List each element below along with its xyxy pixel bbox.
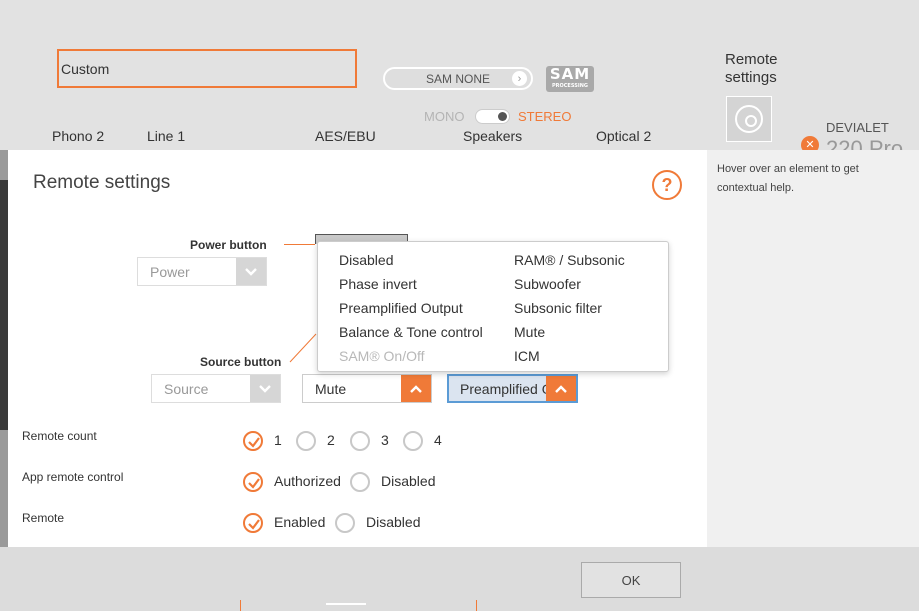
power-connector-line: [284, 244, 315, 245]
source-slot-2-select[interactable]: Mute: [302, 374, 432, 403]
app-remote-disabled-label: Disabled: [381, 473, 436, 489]
remote-count-radio-1[interactable]: [243, 431, 263, 451]
checkmark-icon: [248, 437, 260, 448]
power-button-select-value: Power: [150, 264, 190, 280]
remote-disabled-label: Disabled: [366, 514, 421, 530]
source-slot-3-select[interactable]: Preamplified Output: [447, 374, 578, 403]
chevron-down-icon: [250, 375, 280, 402]
contextual-help-panel: Hover over an element to get contextual …: [707, 150, 919, 547]
remote-count-option-3: 3: [381, 432, 389, 448]
mono-label: MONO: [424, 109, 465, 124]
app-remote-disabled-radio[interactable]: [350, 472, 370, 492]
remote-enabled-radio[interactable]: [243, 513, 263, 533]
menu-item-preamplified-output[interactable]: Preamplified Output: [339, 300, 463, 316]
source-button-select[interactable]: Source: [151, 374, 281, 403]
dialog-title: Remote settings: [33, 172, 171, 193]
power-button-label: Power button: [190, 238, 267, 252]
input-tab-speakers[interactable]: Speakers: [463, 128, 522, 144]
close-icon[interactable]: ✕: [801, 136, 819, 150]
remote-settings-dialog: Remote settings ? Power button Power Sou…: [8, 150, 707, 547]
chevron-down-icon: [236, 258, 266, 285]
source-slot-2-value: Mute: [315, 381, 347, 397]
menu-item-sam-onoff: SAM® On/Off: [339, 348, 425, 364]
help-icon[interactable]: ?: [652, 170, 682, 200]
remote-count-label: Remote count: [22, 429, 97, 443]
help-icon-glyph: ?: [661, 174, 673, 195]
remote-count-radio-3[interactable]: [350, 431, 370, 451]
chevron-right-icon: ›: [512, 71, 527, 86]
menu-item-ram-subsonic[interactable]: RAM® / Subsonic: [514, 252, 625, 268]
remote-disabled-radio[interactable]: [335, 513, 355, 533]
power-button-select[interactable]: Power: [137, 257, 267, 286]
app-remote-authorized-radio[interactable]: [243, 472, 263, 492]
input-tab-line-1[interactable]: Line 1: [147, 128, 185, 144]
help-text: Hover over an element to get contextual …: [717, 163, 859, 194]
mono-stereo-toggle[interactable]: [475, 109, 510, 124]
background-footer-fragment: [240, 600, 480, 611]
source-connector-line: [289, 333, 317, 363]
sam-logo-subtext: PROCESSING: [552, 83, 588, 89]
ok-button[interactable]: OK: [581, 562, 681, 598]
menu-item-balance-tone[interactable]: Balance & Tone control: [339, 324, 483, 340]
menu-item-phase-invert[interactable]: Phase invert: [339, 276, 417, 292]
model-label: 220 Pro: [826, 136, 904, 150]
remote-label: Remote: [22, 511, 65, 525]
input-tab-optical-2[interactable]: Optical 2: [596, 128, 651, 144]
source-button-label: Source button: [200, 355, 282, 369]
sam-selector-label: SAM NONE: [425, 71, 490, 86]
menu-item-subsonic-filter[interactable]: Subsonic filter: [514, 300, 602, 316]
checkmark-icon: [248, 519, 260, 530]
remote-enabled-label: Enabled: [274, 514, 326, 530]
menu-item-icm[interactable]: ICM: [514, 348, 540, 364]
remote-icon: [735, 105, 763, 133]
input-tab-aes-ebu[interactable]: AES/EBU: [315, 128, 376, 144]
remote-count-option-2: 2: [327, 432, 335, 448]
chevron-up-icon: [401, 375, 431, 402]
remote-count-radio-2[interactable]: [296, 431, 316, 451]
remote-settings-button[interactable]: [726, 96, 772, 142]
left-edge-panel: [0, 150, 8, 547]
remote-settings-nav-label[interactable]: Remote settings: [725, 51, 785, 87]
sam-logo-text: SAM: [549, 65, 591, 83]
app-remote-control-label: App remote control: [22, 470, 124, 484]
input-tab-phono-2[interactable]: Phono 2: [52, 128, 104, 144]
preset-name-field[interactable]: Custom: [57, 49, 357, 88]
menu-item-mute[interactable]: Mute: [514, 324, 545, 340]
sam-processing-logo: SAM PROCESSING: [546, 66, 594, 92]
app-remote-authorized-label: Authorized: [274, 473, 341, 489]
remote-count-option-4: 4: [434, 432, 442, 448]
checkmark-icon: [248, 478, 260, 489]
chevron-up-icon: [546, 376, 576, 401]
menu-item-subwoofer[interactable]: Subwoofer: [514, 276, 581, 292]
brand-label: DEVIALET: [826, 120, 889, 135]
function-dropdown-menu: Disabled Phase invert Preamplified Outpu…: [317, 241, 669, 372]
remote-count-option-1: 1: [274, 432, 282, 448]
stereo-label: STEREO: [518, 109, 572, 124]
ok-button-label: OK: [621, 572, 641, 588]
source-button-select-value: Source: [164, 381, 209, 397]
remote-count-radio-4[interactable]: [403, 431, 423, 451]
sam-selector[interactable]: SAM NONE ›: [383, 67, 533, 90]
menu-item-disabled[interactable]: Disabled: [339, 252, 393, 268]
